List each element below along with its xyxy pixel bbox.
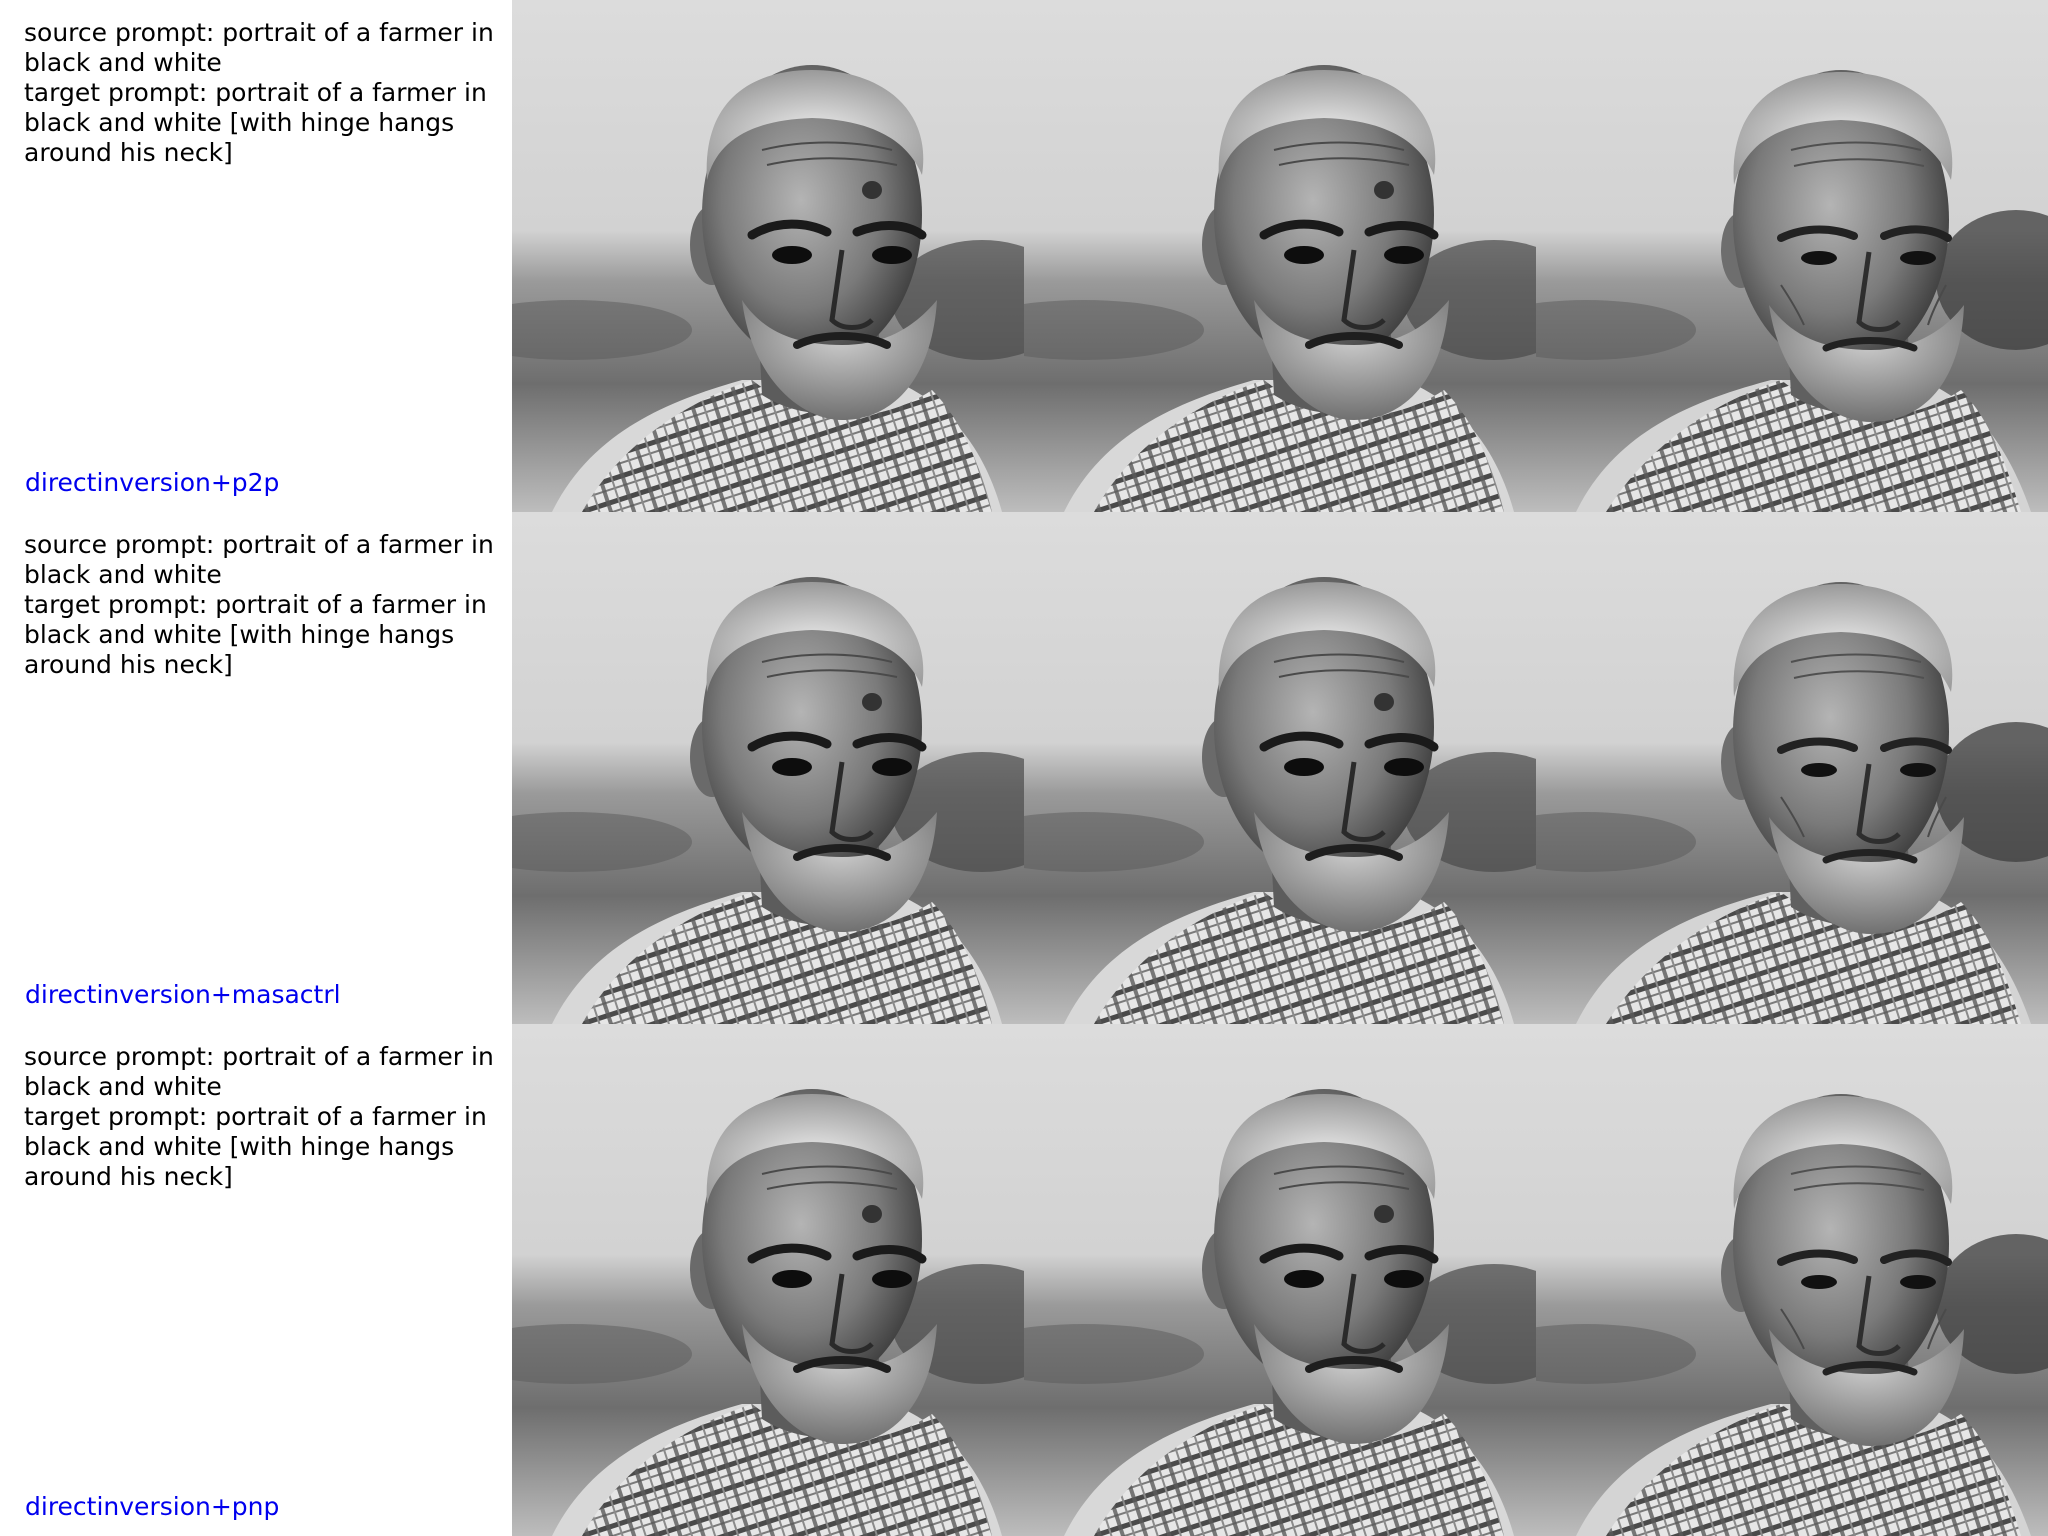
farmer-portrait-photo (1024, 0, 1536, 512)
result-row-1: source prompt: portrait of a farmer in b… (0, 0, 2048, 512)
method-label: directinversion+masactrl (25, 980, 341, 1009)
prompt-text: source prompt: portrait of a farmer in b… (24, 1042, 494, 1191)
method-label: directinversion+p2p (25, 468, 280, 497)
farmer-portrait-photo (1536, 0, 2048, 512)
farmer-portrait-photo (1536, 512, 2048, 1024)
results-grid: source prompt: portrait of a farmer in b… (0, 0, 2048, 1536)
label-cell: source prompt: portrait of a farmer in b… (0, 1024, 512, 1536)
prompt-text: source prompt: portrait of a farmer in b… (24, 530, 494, 679)
result-row-2: source prompt: portrait of a farmer in b… (0, 512, 2048, 1024)
farmer-portrait-photo (1024, 1024, 1536, 1536)
label-cell: source prompt: portrait of a farmer in b… (0, 512, 512, 1024)
farmer-portrait-photo (512, 1024, 1024, 1536)
result-row-3: source prompt: portrait of a farmer in b… (0, 1024, 2048, 1536)
prompt-text: source prompt: portrait of a farmer in b… (24, 18, 494, 167)
farmer-portrait-photo (512, 0, 1024, 512)
label-cell: source prompt: portrait of a farmer in b… (0, 0, 512, 512)
farmer-portrait-photo (1024, 512, 1536, 1024)
farmer-portrait-photo (512, 512, 1024, 1024)
farmer-portrait-photo (1536, 1024, 2048, 1536)
method-label: directinversion+pnp (25, 1492, 280, 1521)
